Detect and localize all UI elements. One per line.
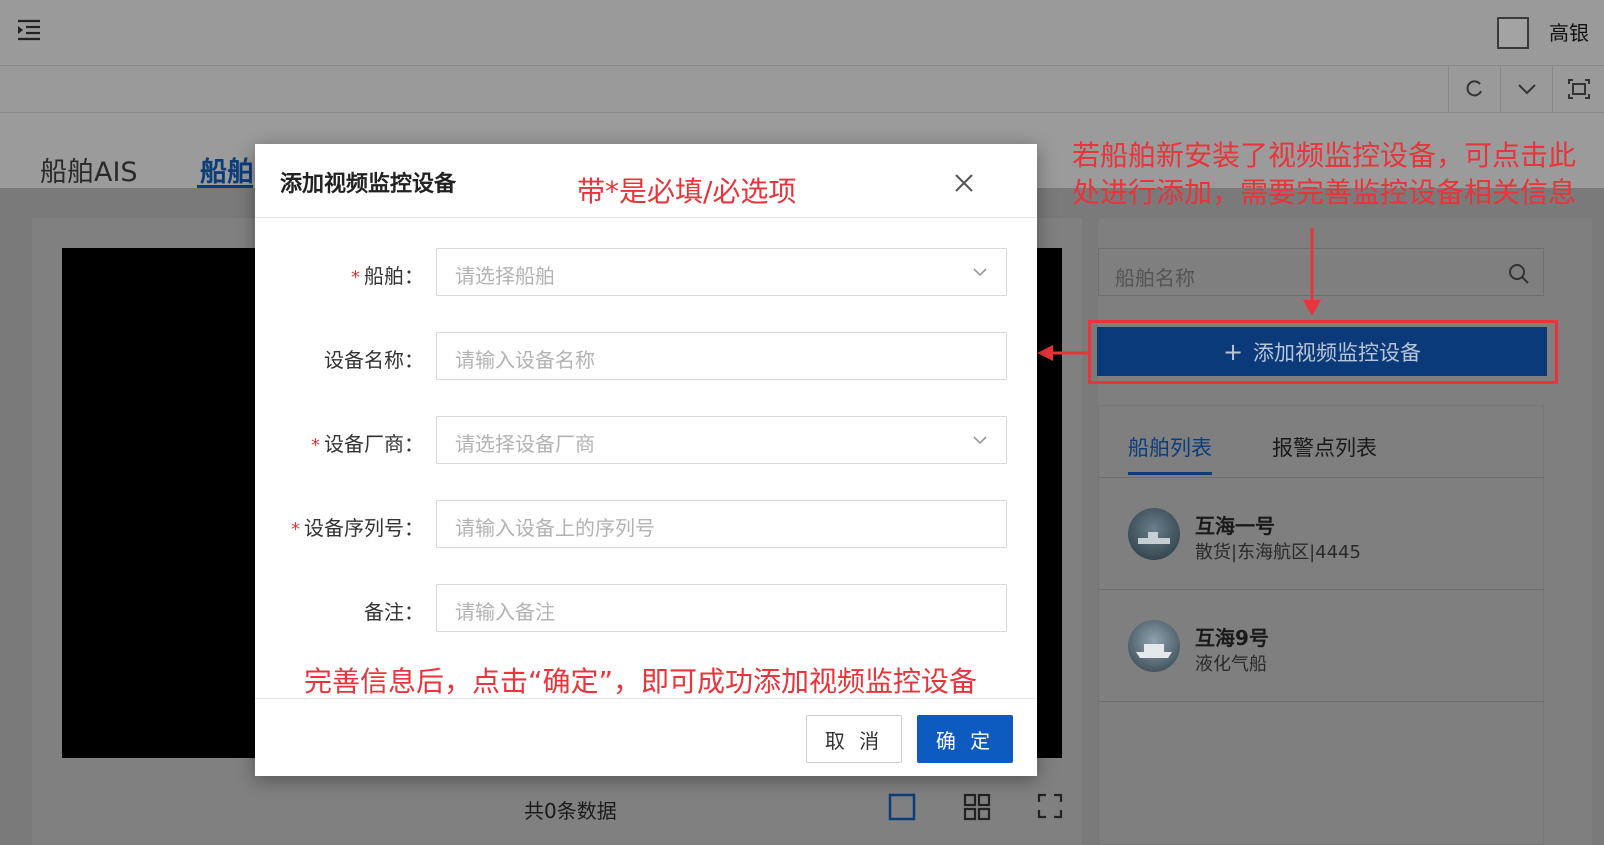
expand-icon[interactable] [1037,793,1067,823]
annotation-required-note: 带*是必填/必选项 [577,175,797,208]
user-avatar[interactable] [1497,17,1529,49]
fullscreen-icon[interactable] [1552,66,1604,112]
chevron-down-icon[interactable] [972,264,988,280]
ship-name[interactable]: 互海9号 [1195,622,1269,651]
search-placeholder: 船舶名称 [1115,266,1195,290]
tab-ship-list[interactable]: 船舶列表 [1128,432,1212,462]
dialog-footer-divider [255,698,1037,699]
divider [1098,701,1544,702]
plus-icon: + [1222,337,1244,366]
divider [1098,589,1544,590]
grid-view-icon[interactable] [963,793,993,823]
ship-avatar [1128,620,1180,672]
secondary-toolbar [0,66,1604,113]
field-label-remark: 备注： [364,600,424,624]
ship-name[interactable]: 互海一号 [1195,510,1275,539]
ship-details: 液化气船 [1195,654,1267,675]
field-label-vendor: * 设备厂商： [311,432,424,456]
ship-avatar [1128,508,1180,560]
ship-select-placeholder: 请选择船舶 [455,264,555,288]
ship-details: 散货|东海航区|4445 [1195,542,1361,563]
data-count: 共0条数据 [524,799,617,823]
close-icon[interactable] [953,172,975,194]
annotation-confirm-note: 完善信息后，点击“确定”，即可成功添加视频监控设备 [304,665,978,698]
tab-ship[interactable]: 船舶 [200,150,254,189]
required-mark: * [291,519,300,540]
add-video-device-button[interactable]: + 添加视频监控设备 [1097,327,1547,376]
field-label-device-name: 设备名称： [324,348,424,372]
annotation-add-device: 若船舶新安装了视频监控设备，可点击此处进行添加，需要完善监控设备相关信息 [1072,139,1577,209]
remark-placeholder: 请输入备注 [455,600,555,624]
field-label-serial: * 设备序列号： [291,516,424,540]
tab-alarm-list[interactable]: 报警点列表 [1272,432,1377,462]
vendor-select-placeholder: 请选择设备厂商 [455,432,595,456]
serial-number-placeholder: 请输入设备上的序列号 [455,516,655,540]
dialog-title: 添加视频监控设备 [280,172,457,197]
divider [1098,477,1544,478]
chevron-down-icon[interactable] [1500,66,1553,112]
active-list-tab-indicator [1128,472,1212,475]
chevron-down-icon[interactable] [972,432,988,448]
refresh-icon[interactable] [1448,66,1501,112]
annotation-arrow-down [1303,228,1321,316]
menu-collapse-icon[interactable] [16,18,42,42]
user-name[interactable]: 高银 [1549,17,1589,46]
single-view-icon[interactable] [888,793,918,823]
device-name-placeholder: 请输入设备名称 [455,348,595,372]
top-bar [0,0,1604,66]
required-mark: * [311,435,320,456]
required-mark: * [351,267,360,288]
annotation-arrow-left [1037,345,1089,361]
dialog-header-divider [255,217,1037,218]
field-label-ship: * 船舶： [351,264,424,288]
add-button-label: 添加视频监控设备 [1253,340,1422,365]
tab-ship-ais[interactable]: 船舶AIS [40,150,138,189]
search-icon[interactable] [1508,263,1530,285]
confirm-button[interactable]: 确 定 [917,715,1013,763]
cancel-button[interactable]: 取 消 [806,715,902,763]
